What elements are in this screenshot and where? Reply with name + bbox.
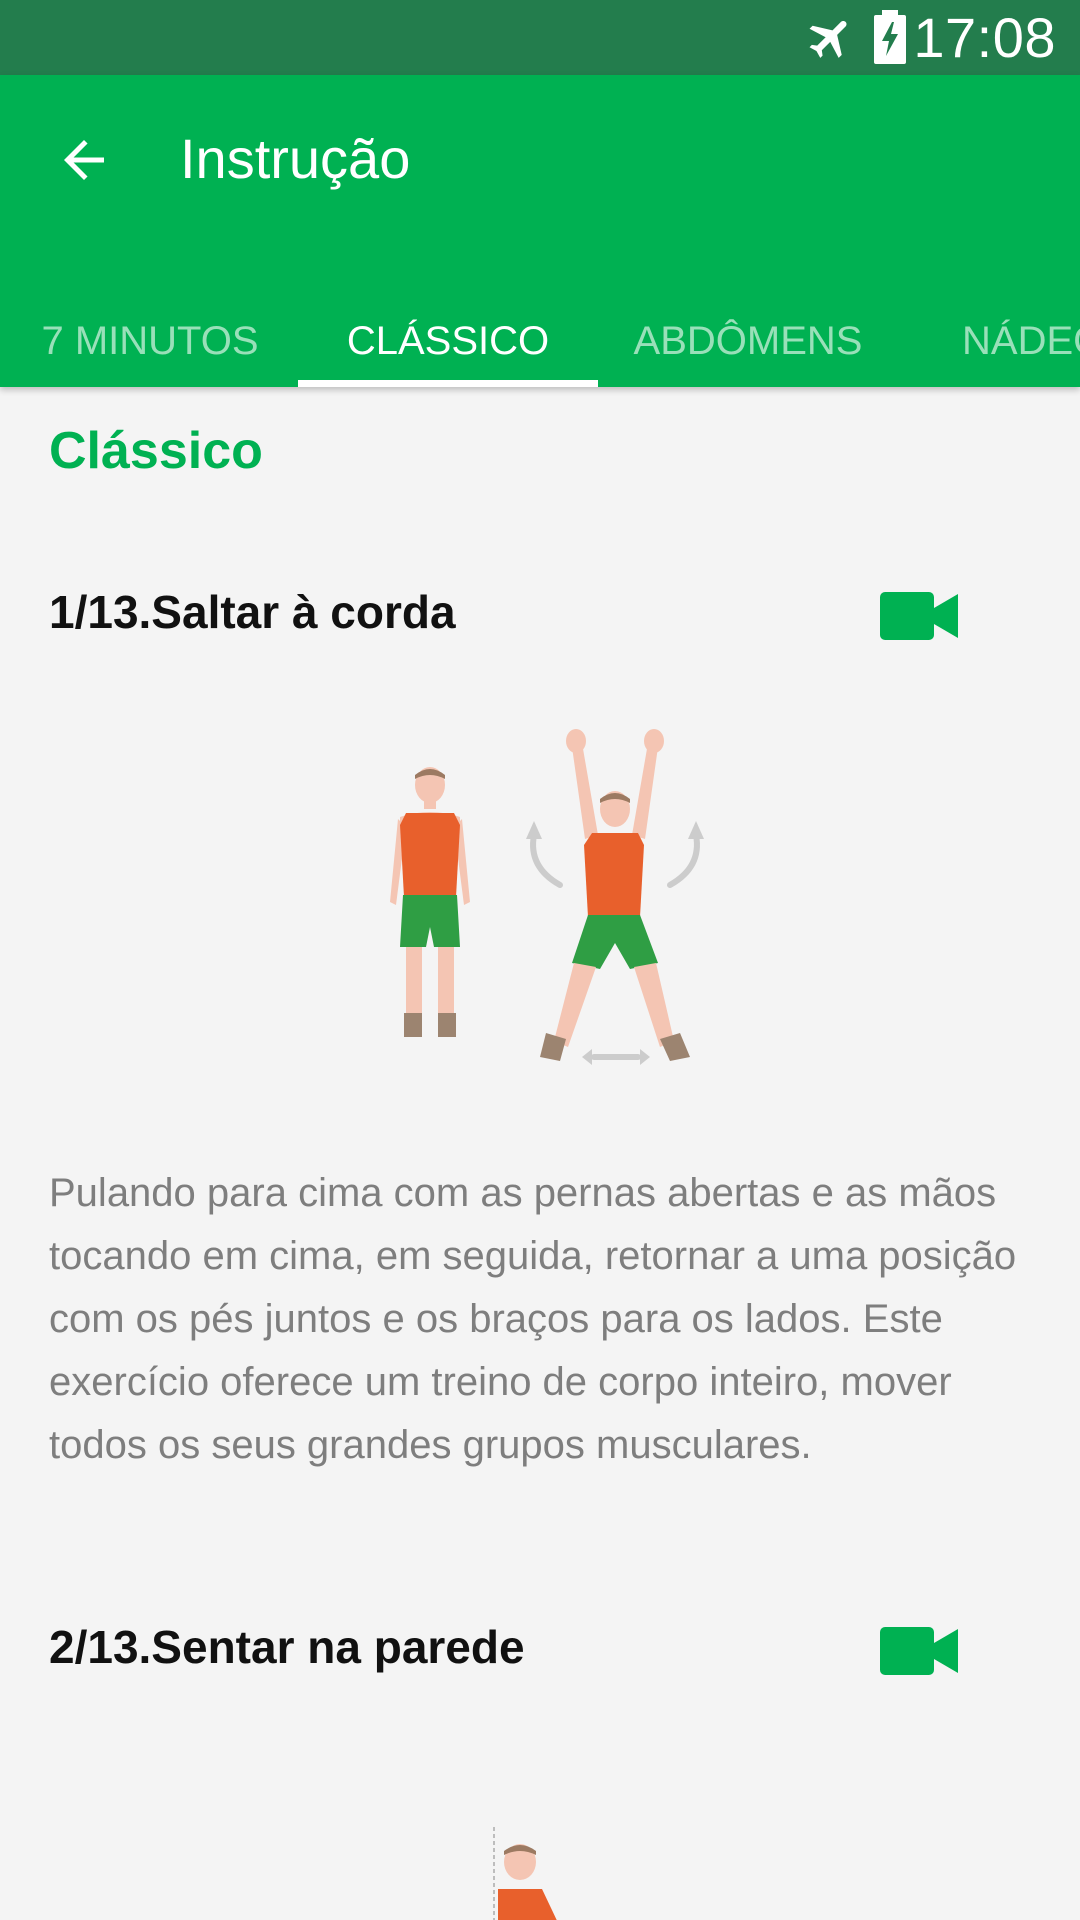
page-title: Instrução [180,127,411,190]
active-tab-indicator [298,380,598,387]
tab-bar: 7 MINUTOS CLÁSSICO ABDÔMENS NÁDEGAS [0,309,1080,387]
jumping-jacks-illustration [390,729,704,1065]
exercise-description: Pulando para cima com as pernas abertas … [49,1171,1017,1467]
status-bar: 17:08 [0,0,1080,75]
arrow-back-icon[interactable] [54,130,114,190]
exercise-title: 2/13.Sentar na parede [49,1621,525,1673]
tab-abdomens[interactable]: ABDÔMENS [598,309,898,387]
standing-figure [390,767,470,1037]
tab-nadegas[interactable]: NÁDEGAS [962,309,1080,387]
airplane-mode-icon [809,20,847,58]
wall-sit-illustration [493,1827,557,1920]
app-bar: Instrução 7 MINUTOS CLÁSSICO ABDÔMENS NÁ… [0,75,1080,387]
section-title: Clássico [49,422,263,480]
clock-time: 17:08 [913,6,1056,69]
video-camera-icon[interactable] [878,590,960,642]
jumping-figure [540,729,690,1061]
battery-charging-icon [874,10,906,64]
exercise-title: 1/13.Saltar à corda [49,586,456,638]
exercise-list[interactable]: Clássico 1/13.Saltar à corda Pulando par… [0,387,1080,1920]
tab-7-minutos[interactable]: 7 MINUTOS [0,309,300,387]
tab-classico[interactable]: CLÁSSICO [298,309,598,387]
video-camera-icon[interactable] [878,1625,960,1677]
